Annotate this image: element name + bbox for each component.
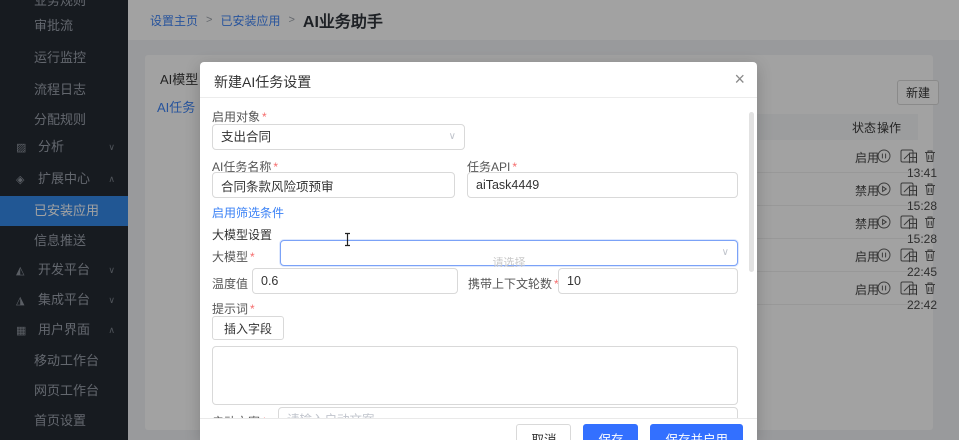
cancel-button[interactable]: 取消 [516, 424, 571, 440]
required-mark: * [262, 110, 267, 124]
temperature-input[interactable] [252, 268, 458, 294]
modal-header: 新建AI任务设置 × [200, 62, 757, 98]
enable-object-label: 启用对象* [212, 108, 267, 125]
task-name-input[interactable] [212, 172, 455, 198]
app-screen: 业务规则 审批流 运行监控 流程日志 分配规则 ▨分析 ∨ ◈扩展中心 ∧ 已安… [0, 0, 959, 440]
save-button[interactable]: 保存 [583, 424, 638, 440]
chevron-down-icon: ∨ [722, 241, 729, 265]
enable-object-select[interactable]: 支出合同 ∨ [212, 124, 465, 150]
prompt-textarea[interactable] [212, 346, 738, 405]
save-and-enable-button[interactable]: 保存并启用 [650, 424, 743, 440]
close-icon[interactable]: × [734, 68, 745, 90]
modal-scrollbar[interactable] [749, 112, 754, 272]
context-rounds-label: 携带上下文轮数* [468, 275, 559, 292]
modal-title: 新建AI任务设置 [214, 72, 311, 92]
model-label: 大模型* [212, 248, 255, 265]
model-section-label: 大模型设置 [212, 226, 272, 243]
required-mark: * [250, 302, 255, 316]
task-api-input[interactable] [467, 172, 738, 198]
insert-field-button[interactable]: 插入字段 [212, 316, 284, 340]
required-mark: * [250, 250, 255, 264]
temperature-label: 温度值 [212, 275, 248, 292]
text-cursor [343, 232, 352, 247]
model-select-clipped-text: 请选择 [281, 257, 737, 267]
new-ai-task-modal: 新建AI任务设置 × 启用对象* 支出合同 ∨ AI任务名称* 任务API* 启… [200, 62, 757, 440]
enable-filter-link[interactable]: 启用筛选条件 [212, 204, 284, 221]
modal-footer: 取消 保存 保存并启用 [200, 418, 757, 440]
prompt-label: 提示词* [212, 300, 255, 317]
context-rounds-input[interactable] [558, 268, 738, 294]
chevron-down-icon: ∨ [449, 125, 456, 149]
enable-object-value: 支出合同 [221, 130, 271, 144]
